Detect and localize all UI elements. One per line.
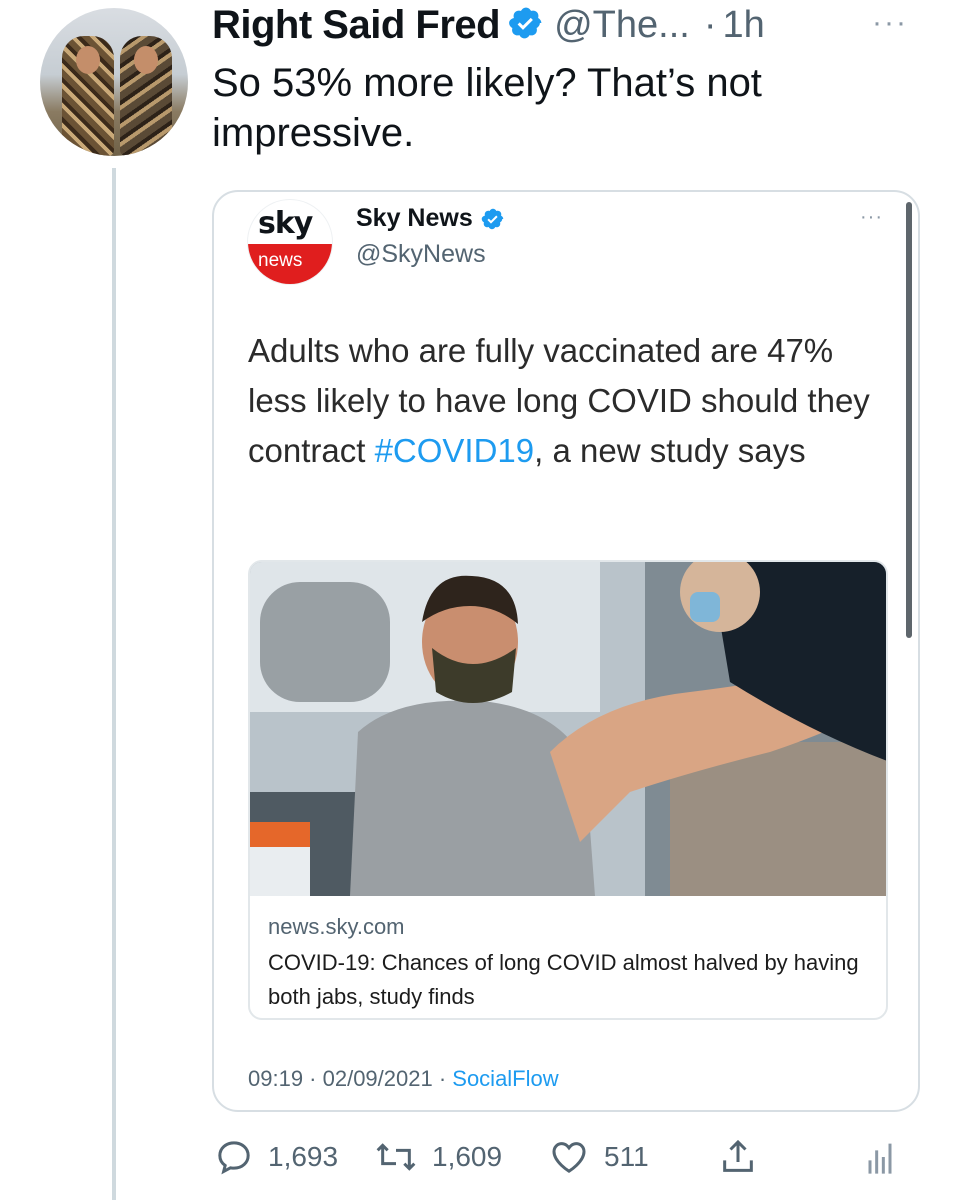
article-image[interactable] xyxy=(250,562,886,896)
quoted-author-name[interactable]: Sky News xyxy=(356,204,505,233)
scrollbar[interactable] xyxy=(906,202,912,638)
separator-dot: · xyxy=(703,3,717,46)
author-handle[interactable]: @The... xyxy=(554,4,690,47)
more-icon[interactable]: ··· xyxy=(872,6,908,40)
action-bar: 1,693 1,609 511 xyxy=(214,1134,904,1180)
reply-icon xyxy=(214,1137,254,1177)
reply-count: 1,693 xyxy=(268,1141,339,1172)
retweet-icon xyxy=(374,1137,418,1177)
share-button[interactable] xyxy=(718,1134,758,1180)
card-domain: news.sky.com xyxy=(268,914,405,939)
avatar-figure-left xyxy=(62,36,114,156)
retweet-button[interactable]: 1,609 xyxy=(374,1134,502,1180)
hashtag-link[interactable]: #COVID19 xyxy=(375,432,535,469)
verified-badge-icon xyxy=(481,207,505,231)
sky-news-logo[interactable]: sky news xyxy=(248,200,332,284)
quoted-text-end: , a new study says xyxy=(534,432,806,469)
retweet-count: 1,609 xyxy=(432,1141,503,1172)
tweet-text: So 53% more likely? That’s not impressiv… xyxy=(212,61,762,155)
more-icon[interactable]: ··· xyxy=(860,206,883,229)
reply-button[interactable]: 1,693 xyxy=(214,1134,338,1180)
source-link[interactable]: SocialFlow xyxy=(452,1066,558,1091)
quoted-tweet[interactable]: sky news Sky News @SkyNews ··· Adults wh… xyxy=(212,190,920,1112)
verified-badge-icon xyxy=(508,5,544,46)
quoted-author-name-text: Sky News xyxy=(356,204,473,232)
card-title: COVID-19: Chances of long COVID almost h… xyxy=(268,950,859,1009)
quoted-tweet-timestamp: 09:19 · 02/09/2021 · SocialFlow xyxy=(248,1066,559,1092)
quoted-author-handle[interactable]: @SkyNews xyxy=(356,240,486,269)
logo-news-text: news xyxy=(248,244,332,284)
thread-line xyxy=(112,168,116,1200)
quoted-tweet-text: Adults who are fully vaccinated are 47% … xyxy=(248,326,888,476)
avatar-figure-right xyxy=(120,36,172,156)
like-icon xyxy=(548,1137,590,1177)
tweet-header: Right Said Fred @The... · 1h xyxy=(212,2,765,48)
author-name[interactable]: Right Said Fred xyxy=(212,3,501,48)
share-icon xyxy=(718,1136,758,1178)
tweet-time[interactable]: 1h xyxy=(722,4,764,47)
like-button[interactable]: 511 xyxy=(548,1134,649,1180)
like-count: 511 xyxy=(604,1141,649,1172)
timestamp-text: 09:19 · 02/09/2021 · xyxy=(248,1066,453,1091)
avatar[interactable] xyxy=(40,8,188,156)
logo-sky-text: sky xyxy=(258,206,313,241)
analytics-icon xyxy=(864,1137,896,1177)
link-card[interactable]: news.sky.com COVID-19: Chances of long C… xyxy=(248,560,888,1020)
analytics-button[interactable] xyxy=(864,1134,896,1180)
